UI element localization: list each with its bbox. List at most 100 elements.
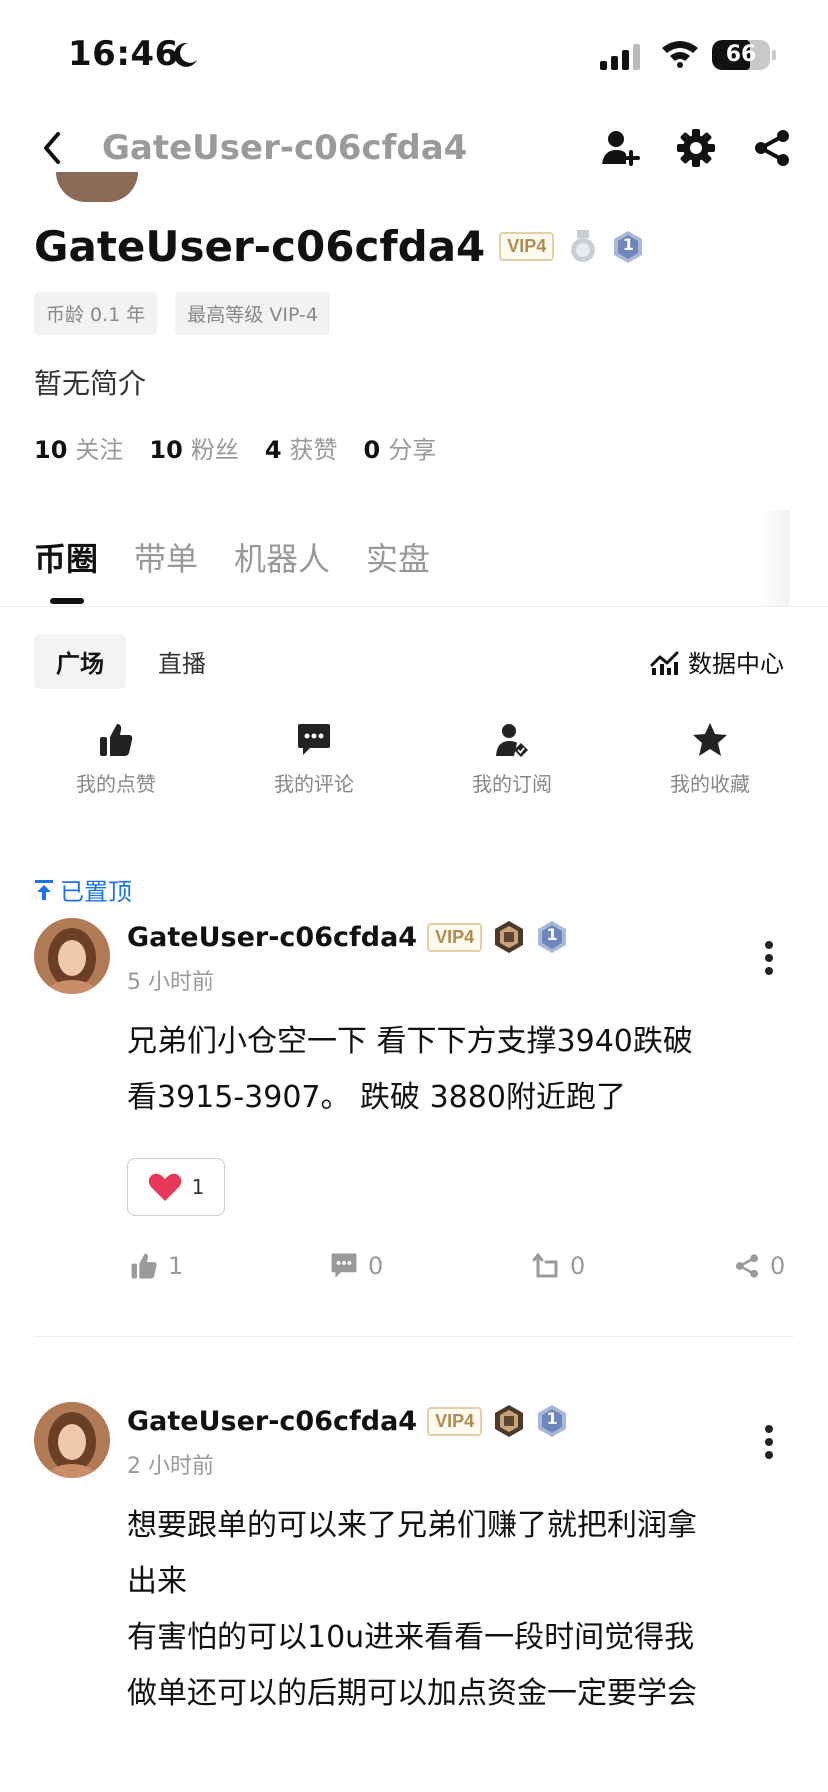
post-divider (34, 1336, 794, 1337)
more-options-icon[interactable] (764, 1424, 774, 1460)
my-comments-button[interactable]: 我的评论 (244, 722, 384, 797)
moon-icon (174, 42, 197, 67)
post-time: 2 小时前 (127, 1454, 214, 1479)
heart-reaction-button[interactable]: 1 (127, 1158, 225, 1216)
my-favorites-button[interactable]: 我的收藏 (640, 722, 780, 797)
post-rank-number: 1 (546, 1409, 558, 1428)
post-author-row: GateUser-c06cfda4 VIP4 1 (127, 920, 568, 954)
settings-gear-icon[interactable] (676, 128, 716, 168)
user-follow-icon[interactable] (600, 128, 640, 168)
post-author-name[interactable]: GateUser-c06cfda4 (127, 1406, 417, 1437)
profile-header: GateUser-c06cfda4 VIP4 1 (34, 222, 644, 271)
subtab-square[interactable]: 广场 (34, 634, 126, 689)
sub-tabs: 广场 直播 (34, 634, 228, 689)
tab-coin-circle[interactable]: 币圈 (34, 534, 98, 580)
tabs-scroll-fade (760, 510, 790, 606)
my-comments-label: 我的评论 (274, 772, 354, 796)
my-likes-button[interactable]: 我的点赞 (46, 722, 186, 797)
battery-level: 66 (725, 42, 757, 67)
post-rank-badge: 1 (536, 1404, 568, 1438)
more-options-icon[interactable] (764, 940, 774, 976)
stat-shares[interactable]: 0 分享 (364, 430, 437, 465)
post-body-line: 看3915-3907。 跌破 3880附近跑了 (127, 1080, 626, 1115)
like-action[interactable]: 1 (130, 1252, 183, 1280)
tab-copy-trading[interactable]: 带单 (134, 534, 198, 580)
my-subscriptions-label: 我的订阅 (472, 772, 552, 796)
profile-stats: 10 关注 10 粉丝 4 获赞 0 分享 (34, 430, 436, 465)
avatar-portrait (34, 1402, 110, 1478)
post-time: 5 小时前 (127, 970, 214, 995)
my-subscriptions-button[interactable]: 我的订阅 (442, 722, 582, 797)
comment-action[interactable]: 0 (330, 1252, 383, 1280)
star-icon (693, 723, 727, 756)
heart-icon (148, 1173, 181, 1201)
post-author-avatar[interactable] (34, 1402, 110, 1478)
my-likes-label: 我的点赞 (76, 772, 156, 796)
post-body-line: 兄弟们小仓空一下 看下下方支撑3940跌破 (127, 1024, 693, 1059)
subtab-live[interactable]: 直播 (136, 634, 228, 689)
share-count: 0 (770, 1252, 786, 1280)
repost-action[interactable]: 0 (532, 1252, 585, 1280)
like-count: 1 (168, 1252, 184, 1280)
battery-indicator: 66 (712, 40, 770, 70)
post-rank-badge: 1 (536, 920, 568, 954)
share-icon (735, 1254, 759, 1278)
wifi-icon (662, 41, 698, 68)
data-chart-icon (650, 651, 679, 675)
stat-followers[interactable]: 10 粉丝 (149, 430, 238, 465)
rank-badge-number: 1 (622, 234, 634, 254)
back-arrow-icon[interactable] (40, 130, 64, 166)
post-vip-badge: VIP4 (427, 922, 483, 952)
share-icon[interactable] (752, 128, 792, 168)
profile-intro: 暂无简介 (34, 367, 147, 400)
share-action[interactable]: 0 (734, 1252, 785, 1280)
repost-icon (532, 1252, 558, 1278)
post-body-line: 有害怕的可以10u进来看看一段时间觉得我 (127, 1620, 695, 1655)
nav-title: GateUser-c06cfda4 (102, 128, 468, 168)
thumbs-up-icon (131, 1253, 157, 1279)
main-tabs: 币圈 带单 机器人 实盘 (34, 534, 430, 580)
thumbs-up-icon (100, 724, 133, 756)
medal-icon (571, 229, 596, 262)
my-favorites-label: 我的收藏 (670, 772, 750, 796)
pin-top-icon (35, 879, 53, 900)
battery-tip (772, 50, 776, 60)
active-tab-indicator (50, 598, 84, 604)
comment-icon (331, 1253, 357, 1278)
stat-following[interactable]: 10 关注 (34, 430, 123, 465)
profile-name: GateUser-c06cfda4 (34, 222, 486, 271)
account-age-tag: 币龄 0.1 年 (34, 292, 158, 335)
heart-count: 1 (191, 1175, 205, 1199)
trader-badge-icon (495, 1405, 524, 1437)
post-rank-number: 1 (546, 925, 558, 944)
post-author-row: GateUser-c06cfda4 VIP4 1 (127, 1404, 568, 1438)
repost-count: 0 (570, 1252, 586, 1280)
pinned-indicator: 已置顶 (34, 872, 132, 907)
tabs-divider (0, 606, 828, 607)
vip-badge: VIP4 (499, 232, 555, 261)
post-author-avatar[interactable] (34, 918, 110, 994)
avatar-portrait (34, 918, 110, 994)
post-body-line: 想要跟单的可以来了兄弟们赚了就把利润拿 (127, 1508, 697, 1543)
profile-tags: 币龄 0.1 年 最高等级 VIP-4 (34, 292, 330, 335)
post-body-line: 做单还可以的后期可以加点资金一定要学会 (127, 1676, 697, 1711)
subscribe-icon (496, 724, 528, 757)
data-center-label: 数据中心 (688, 650, 784, 678)
highest-level-tag: 最高等级 VIP-4 (175, 292, 330, 335)
cellular-signal-icon (600, 44, 640, 70)
post-author-name[interactable]: GateUser-c06cfda4 (127, 922, 417, 953)
data-center-link[interactable]: 数据中心 (650, 644, 784, 679)
status-time: 16:46 (68, 34, 179, 74)
comment-count: 0 (368, 1252, 384, 1280)
comment-icon (298, 724, 330, 755)
rank-badge: 1 (612, 230, 644, 264)
profile-avatar (56, 172, 138, 202)
tab-live-trading[interactable]: 实盘 (366, 534, 430, 580)
post-body: 兄弟们小仓空一下 看下下方支撑3940跌破 看3915-3907。 跌破 388… (127, 1014, 807, 1126)
post-body-line: 出来 (127, 1564, 187, 1599)
trader-badge-icon (495, 921, 524, 953)
pinned-label: 已置顶 (60, 878, 132, 906)
post-vip-badge: VIP4 (427, 1406, 483, 1436)
stat-likes-received[interactable]: 4 获赞 (265, 430, 338, 465)
tab-bots[interactable]: 机器人 (234, 534, 330, 580)
